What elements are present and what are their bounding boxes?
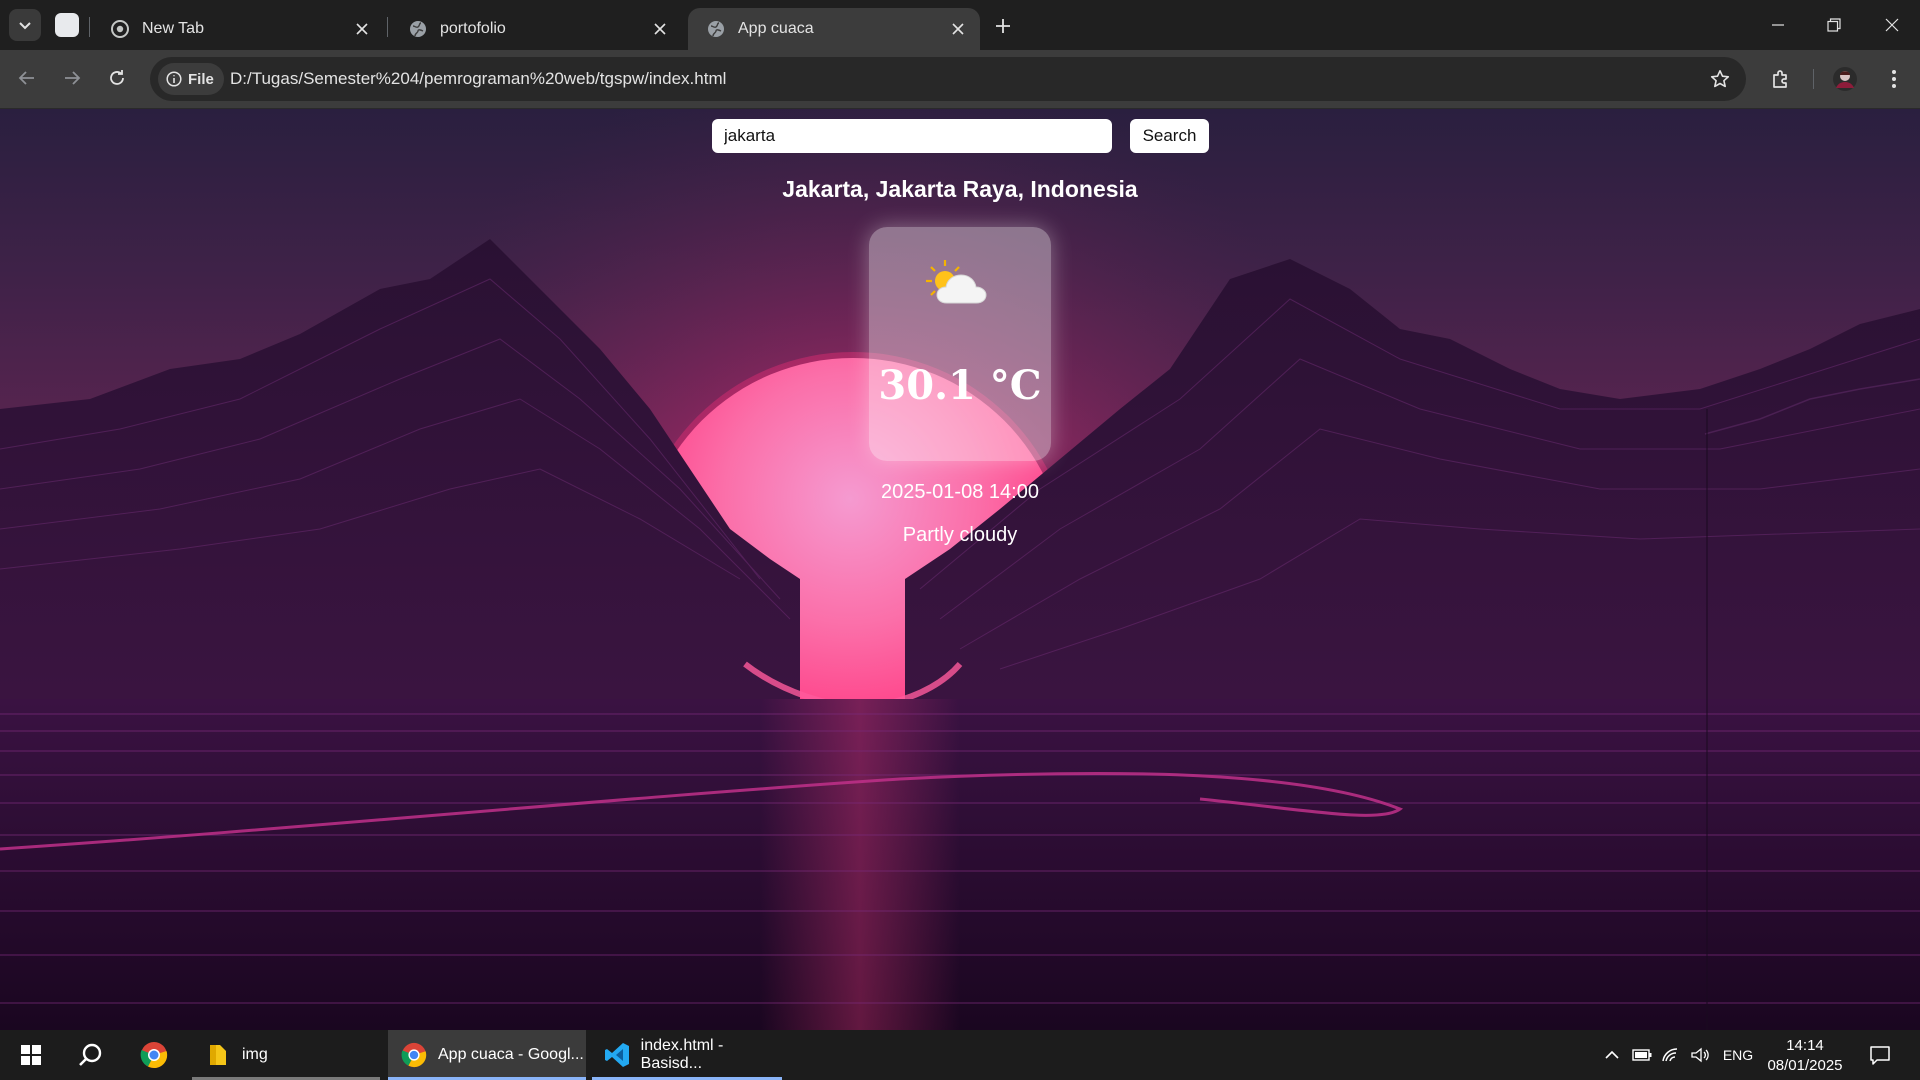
city-search-input[interactable]: [712, 119, 1112, 153]
close-icon[interactable]: [944, 15, 972, 43]
show-hidden-icons-button[interactable]: [1600, 1030, 1624, 1080]
search-icon: [79, 1043, 102, 1066]
taskbar-chrome-pinned[interactable]: [134, 1030, 174, 1080]
restore-button[interactable]: [1806, 0, 1862, 50]
arrow-left-icon: [18, 71, 34, 85]
tab-title: portofolio: [440, 20, 506, 37]
plus-icon: [996, 19, 1010, 33]
chevron-down-icon: [19, 22, 31, 30]
chevron-up-icon: [1605, 1050, 1619, 1059]
tab-group-icon[interactable]: [55, 13, 79, 37]
tab-title: New Tab: [142, 20, 204, 37]
toolbar-divider: [1813, 69, 1814, 89]
taskbar: img App cuaca - Googl... index.html - Ba…: [0, 1030, 1920, 1080]
weather-card: 30.1 °C: [869, 227, 1051, 461]
extensions-button[interactable]: [1765, 63, 1797, 95]
globe-icon: [706, 19, 726, 39]
tab-strip: New Tab portofolio App cuaca: [0, 0, 1920, 50]
tab-new-tab[interactable]: New Tab: [92, 8, 384, 50]
arrow-right-icon: [65, 71, 81, 85]
vscode-icon: [604, 1041, 631, 1069]
close-icon: [1885, 18, 1899, 32]
reload-button[interactable]: [100, 61, 134, 95]
taskbar-app-label: index.html - Basisd...: [640, 1037, 724, 1072]
star-icon: [1710, 70, 1730, 88]
close-icon[interactable]: [348, 15, 376, 43]
chrome-icon: [140, 1042, 168, 1069]
tab-title: App cuaca: [738, 20, 814, 37]
restore-icon: [1827, 18, 1841, 32]
reload-icon: [110, 70, 124, 85]
temperature: 30.1 °C: [878, 362, 1042, 409]
avatar[interactable]: [1829, 63, 1861, 95]
notifications-button[interactable]: [1862, 1030, 1898, 1080]
taskbar-app-img[interactable]: img: [192, 1030, 380, 1080]
taskbar-app-chrome[interactable]: App cuaca - Googl...: [388, 1030, 586, 1080]
taskbar-app-label: App cuaca - Googl...: [438, 1046, 584, 1063]
url-text[interactable]: D:/Tugas/Semester%204/pemrograman%20web/…: [230, 69, 726, 89]
forward-button[interactable]: [55, 61, 89, 95]
info-icon: [166, 71, 182, 87]
screen: New Tab portofolio App cuaca File D:/Tug…: [0, 0, 1920, 1080]
tab-portofolio[interactable]: portofolio: [390, 8, 682, 50]
profile-avatar-icon: [1833, 67, 1857, 91]
clock-time: 14:14: [1786, 1037, 1824, 1054]
tab-divider: [89, 17, 90, 37]
search-form: Search: [712, 119, 1212, 153]
clock-date: 08/01/2025: [1767, 1057, 1843, 1074]
start-button[interactable]: [12, 1030, 50, 1080]
puzzle-icon: [1773, 70, 1787, 88]
site-info-chip[interactable]: File: [158, 63, 224, 95]
folder-icon: [204, 1041, 232, 1069]
back-button[interactable]: [10, 61, 44, 95]
page-viewport: Search Jakarta, Jakarta Raya, Indonesia …: [0, 109, 1920, 1030]
tab-search-button[interactable]: [9, 9, 41, 41]
more-vertical-icon: [1892, 70, 1896, 88]
chrome-icon: [110, 19, 130, 39]
search-button[interactable]: Search: [1130, 119, 1209, 153]
chip-label: File: [188, 70, 214, 88]
observation-datetime: 2025-01-08 14:00: [881, 481, 1039, 503]
weather-condition: Partly cloudy: [902, 524, 1018, 546]
system-clock[interactable]: 14:14 08/01/2025: [1766, 1036, 1844, 1076]
notification-icon: [1870, 1046, 1890, 1065]
browser-toolbar: File D:/Tugas/Semester%204/pemrograman%2…: [0, 50, 1920, 109]
minimize-button[interactable]: [1750, 0, 1806, 50]
windows-icon: [21, 1045, 41, 1065]
close-icon[interactable]: [646, 15, 674, 43]
tab-app-cuaca[interactable]: App cuaca: [688, 8, 980, 50]
globe-icon: [408, 19, 428, 39]
volume-icon[interactable]: [1688, 1030, 1712, 1080]
menu-button[interactable]: [1878, 63, 1910, 95]
taskbar-app-vscode[interactable]: index.html - Basisd...: [592, 1030, 782, 1080]
close-window-button[interactable]: [1864, 0, 1920, 50]
location-title: Jakarta, Jakarta Raya, Indonesia: [782, 176, 1138, 202]
taskbar-app-label: img: [242, 1046, 268, 1063]
address-bar[interactable]: File D:/Tugas/Semester%204/pemrograman%2…: [150, 57, 1746, 101]
battery-icon[interactable]: [1630, 1030, 1654, 1080]
chrome-icon: [400, 1041, 428, 1069]
tab-divider: [387, 17, 388, 37]
search-button-taskbar[interactable]: [70, 1030, 110, 1080]
bookmark-button[interactable]: [1708, 67, 1732, 91]
partly-cloudy-icon: [926, 260, 987, 304]
minimize-icon: [1772, 24, 1784, 26]
wifi-icon[interactable]: [1659, 1030, 1683, 1080]
language-indicator[interactable]: ENG: [1718, 1030, 1758, 1080]
new-tab-button[interactable]: [987, 10, 1019, 42]
